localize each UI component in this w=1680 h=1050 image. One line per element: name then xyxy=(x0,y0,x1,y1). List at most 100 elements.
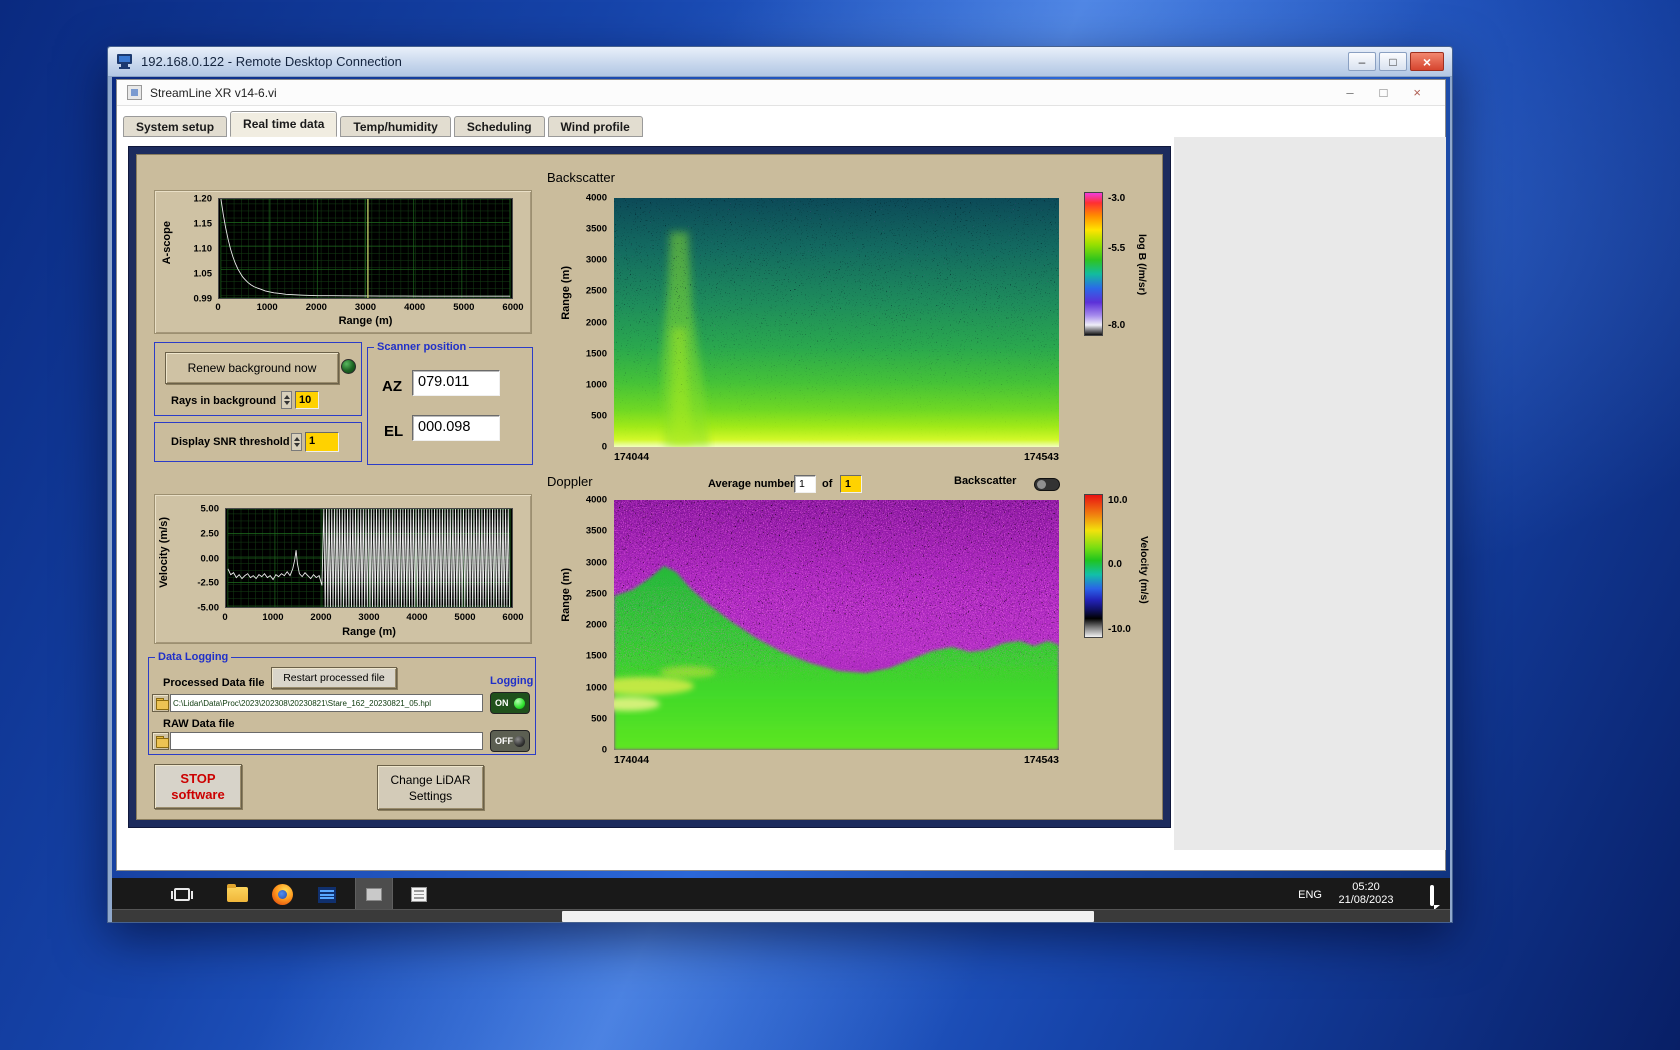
rays-in-background-field[interactable]: 10 xyxy=(295,391,319,409)
app-minimize-button[interactable]: – xyxy=(1346,85,1353,100)
doppler-colorbar-tick-max: 10.0 xyxy=(1108,495,1128,506)
clock-date: 21/08/2023 xyxy=(1338,894,1394,906)
stop-button-line2: software xyxy=(171,786,225,802)
doppler-heatmap-image xyxy=(614,500,1059,750)
rdp-close-button[interactable]: × xyxy=(1410,52,1444,71)
firefox-icon[interactable] xyxy=(267,881,297,908)
ascope-graph: A-scope 1.20 1.15 1.10 1.05 0.99 0 1000 2000 30… xyxy=(154,190,532,334)
processed-path-browse-button[interactable] xyxy=(152,694,169,712)
backscatter-colorbar-tick-max: -3.0 xyxy=(1108,193,1126,204)
doppler-y-ticks: 4000 3500 3000 2500 2000 1500 1000 500 0 xyxy=(585,494,607,756)
task-view-icon[interactable] xyxy=(167,881,197,908)
clock[interactable]: 05:20 21/08/2023 xyxy=(1328,881,1404,907)
vi-icon xyxy=(127,85,142,100)
background-led xyxy=(341,359,356,374)
processed-path-field[interactable]: C:\Lidar\Data\Proc\2023\202308\20230821\… xyxy=(170,694,483,712)
rdp-window: 192.168.0.122 - Remote Desktop Connectio… xyxy=(107,46,1453,923)
of-label: of xyxy=(822,478,833,490)
raw-logging-toggle[interactable]: OFF xyxy=(490,730,530,752)
rays-spinner[interactable] xyxy=(281,391,292,409)
app-close-button[interactable]: × xyxy=(1413,85,1421,100)
restart-processed-file-button[interactable]: Restart processed file xyxy=(271,667,397,689)
backscatter-toggle-label: Backscatter xyxy=(954,475,1017,487)
raw-path-field[interactable] xyxy=(170,732,483,750)
on-led xyxy=(514,697,525,709)
ascope-x-ticks: 0 1000 2000 3000 4000 5000 6000 xyxy=(215,302,524,313)
stop-software-button[interactable]: STOP software xyxy=(154,764,242,809)
background-group: Renew background now Rays in background … xyxy=(154,342,362,416)
velocity-graph: Velocity (m/s) 5.00 2.50 0.00 -2.50 -5.00 01… xyxy=(154,494,532,644)
average-number-field[interactable]: 1 xyxy=(794,475,816,493)
doppler-colorbar-label: Velocity (m/s) xyxy=(1138,536,1150,604)
backscatter-y-axis-label: Range (m) xyxy=(560,266,572,320)
file-explorer-icon[interactable] xyxy=(222,881,252,908)
doppler-plot-title: Doppler xyxy=(547,474,593,489)
snr-threshold-label: Display SNR threshold xyxy=(171,436,290,448)
on-label: ON xyxy=(495,698,509,708)
taskbar: ENG 05:20 21/08/2023 xyxy=(112,878,1450,911)
tab-real-time-data[interactable]: Real time data xyxy=(230,111,338,137)
settings-button-line2: Settings xyxy=(408,788,453,803)
backscatter-colorbar-tick-mid: -5.5 xyxy=(1108,243,1126,254)
elevation-field[interactable]: 000.098 xyxy=(412,415,500,441)
rdp-maximize-button[interactable]: □ xyxy=(1379,52,1407,71)
snr-group: Display SNR threshold 1 xyxy=(154,422,362,462)
velocity-x-ticks: 0 1000 2000 3000 4000 5000 6000 xyxy=(222,612,524,623)
rdp-minimize-button[interactable]: – xyxy=(1348,52,1376,71)
backscatter-plot-title: Backscatter xyxy=(547,170,615,185)
app-titlebar[interactable]: StreamLine XR v14-6.vi – □ × xyxy=(117,80,1445,106)
doppler-time-end: 174543 xyxy=(1023,754,1059,766)
rdp-horizontal-scrollbar[interactable] xyxy=(112,909,1450,922)
velocity-y-ticks: 5.00 2.50 0.00 -2.50 -5.00 xyxy=(197,503,219,614)
change-lidar-settings-button[interactable]: Change LiDAR Settings xyxy=(377,765,484,810)
app-window: StreamLine XR v14-6.vi – □ × System setu… xyxy=(116,79,1446,871)
backscatter-heatmap-image xyxy=(614,198,1059,447)
processed-logging-toggle[interactable]: ON xyxy=(490,692,530,714)
snr-threshold-field[interactable]: 1 xyxy=(305,432,339,452)
tab-system-setup[interactable]: System setup xyxy=(123,116,228,137)
front-panel: Backscatter A-scope 1.20 1.15 1.10 1.05 0.99… xyxy=(129,147,1170,827)
raw-path-browse-button[interactable] xyxy=(152,732,169,750)
scrollbar-thumb[interactable] xyxy=(562,911,1094,922)
doppler-colorbar xyxy=(1084,494,1103,638)
backscatter-time-end: 174543 xyxy=(1023,451,1059,463)
backscatter-heatmap xyxy=(614,198,1059,447)
ascope-x-axis-label: Range (m) xyxy=(338,315,393,327)
velocity-x-axis-label: Range (m) xyxy=(342,626,396,638)
backscatter-y-ticks: 4000 3500 3000 2500 2000 1500 1000 500 0 xyxy=(585,192,607,453)
tab-wind-profile[interactable]: Wind profile xyxy=(547,116,643,137)
off-led xyxy=(514,735,525,747)
scanner-position-group: Scanner position AZ 079.011 EL 000.098 xyxy=(367,341,533,465)
raw-data-file-label: RAW Data file xyxy=(163,718,235,730)
data-logging-label: Data Logging xyxy=(155,651,232,664)
active-app-icon[interactable] xyxy=(355,878,393,911)
average-total-field[interactable]: 1 xyxy=(840,475,862,493)
pinned-app-icon[interactable] xyxy=(312,881,342,908)
tab-scheduling[interactable]: Scheduling xyxy=(453,116,545,137)
tab-temp-humidity[interactable]: Temp/humidity xyxy=(340,116,451,137)
renew-background-button[interactable]: Renew background now xyxy=(165,352,339,384)
doppler-heatmap xyxy=(614,500,1059,750)
azimuth-field[interactable]: 079.011 xyxy=(412,370,500,396)
backscatter-time-start: 174044 xyxy=(614,451,650,463)
notification-icon[interactable] xyxy=(1430,885,1434,906)
language-indicator[interactable]: ENG xyxy=(1298,878,1322,911)
data-logging-group: Data Logging Processed Data file Restart… xyxy=(148,651,536,755)
remote-desktop: StreamLine XR v14-6.vi – □ × System setu… xyxy=(112,77,1450,911)
toggle-knob xyxy=(1037,480,1046,489)
document-app-icon[interactable] xyxy=(404,881,434,908)
doppler-colorbar-tick-mid: 0.0 xyxy=(1108,559,1122,570)
app-restore-button[interactable]: □ xyxy=(1380,85,1388,100)
snr-spinner[interactable] xyxy=(291,433,302,451)
processed-data-file-label: Processed Data file xyxy=(163,677,265,689)
clock-time: 05:20 xyxy=(1352,881,1380,893)
rdp-window-title: 192.168.0.122 - Remote Desktop Connectio… xyxy=(141,54,402,69)
rays-in-background-label: Rays in background xyxy=(171,395,277,407)
velocity-plot-area xyxy=(225,508,513,608)
backscatter-toggle[interactable] xyxy=(1034,478,1060,491)
rdp-titlebar[interactable]: 192.168.0.122 - Remote Desktop Connectio… xyxy=(108,47,1452,77)
settings-button-line1: Change LiDAR xyxy=(390,772,471,787)
backscatter-colorbar-label: log B (/m/sr) xyxy=(1136,234,1148,296)
off-label: OFF xyxy=(495,736,513,746)
empty-panel-area xyxy=(1174,137,1446,850)
